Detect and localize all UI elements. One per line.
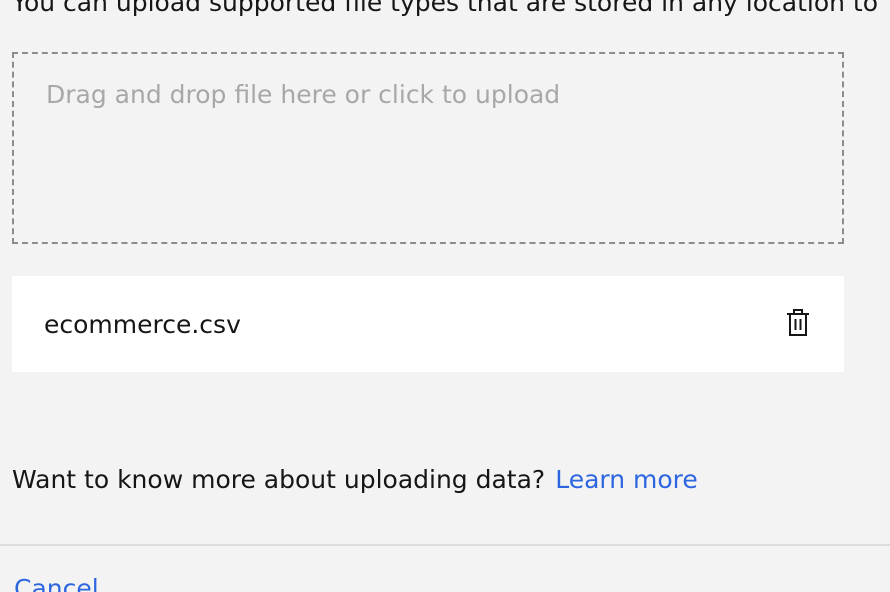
cancel-button[interactable]: Cancel <box>14 574 99 592</box>
upload-info: Want to know more about uploading data? L… <box>12 464 698 496</box>
file-name: ecommerce.csv <box>44 310 241 339</box>
delete-file-button[interactable] <box>780 305 816 341</box>
learn-more-link[interactable]: Learn more <box>555 465 698 494</box>
file-dropzone[interactable]: Drag and drop file here or click to uplo… <box>12 52 844 244</box>
upload-panel: You can upload supported file types that… <box>0 0 890 592</box>
intro-text: You can upload supported file types that… <box>12 0 879 17</box>
dropzone-label: Drag and drop file here or click to uplo… <box>46 80 561 109</box>
upload-info-text: Want to know more about uploading data? <box>12 465 546 494</box>
trash-icon <box>787 309 809 336</box>
footer-divider <box>0 544 890 546</box>
uploaded-file-item: ecommerce.csv <box>12 276 844 372</box>
